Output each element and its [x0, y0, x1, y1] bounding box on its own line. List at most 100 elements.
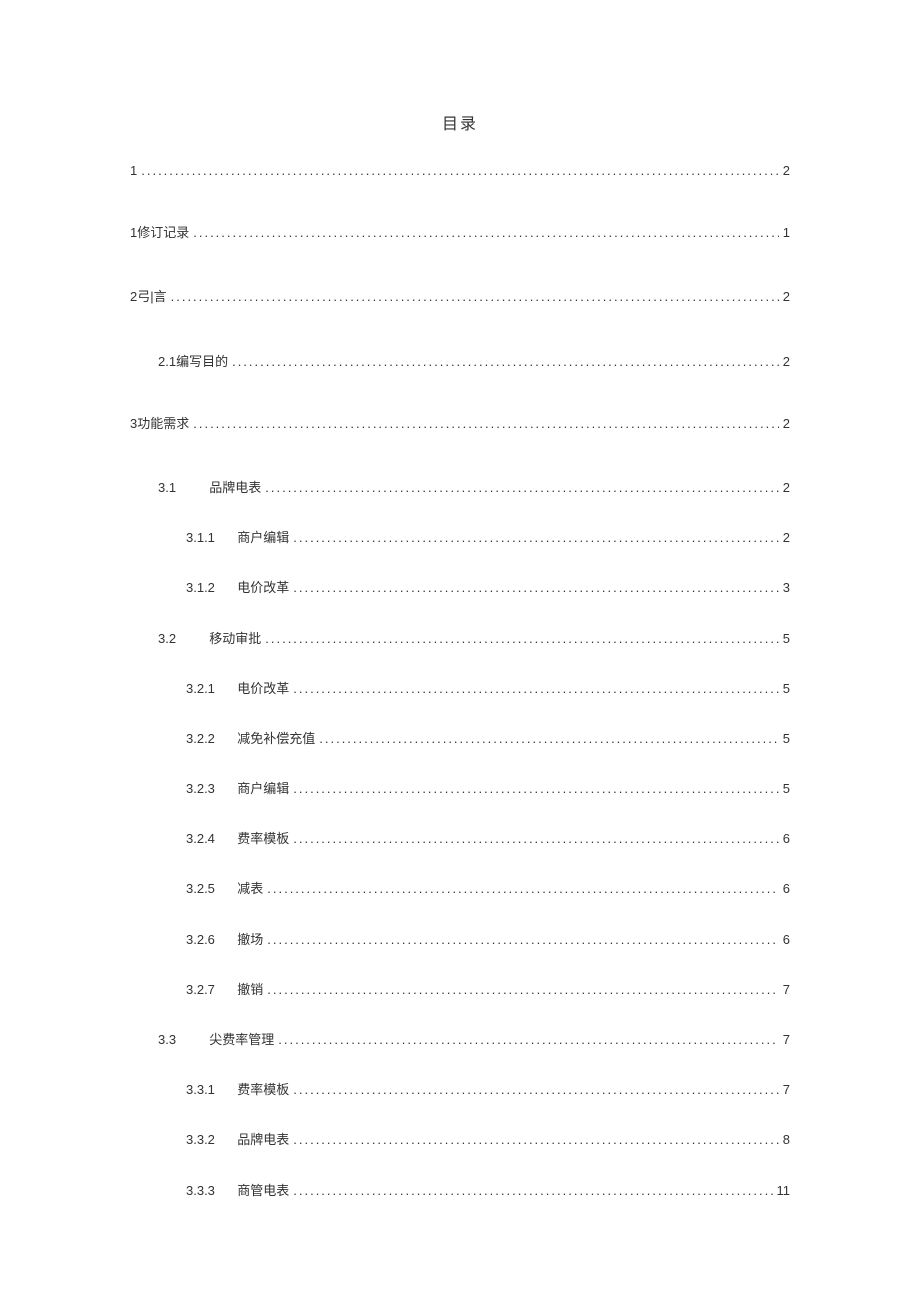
- toc-leader-dots: [293, 680, 779, 698]
- toc-entry-label: 3.2 移动审批: [158, 630, 261, 648]
- toc-entry-label: 3.2.7 撤销: [186, 981, 263, 999]
- toc-entry[interactable]: 3.3.2 品牌电表 8: [130, 1131, 790, 1149]
- toc-entry-number: 3.2.2: [186, 730, 230, 748]
- toc-leader-dots: [293, 1131, 779, 1149]
- toc-entry-title: 减表: [237, 881, 263, 896]
- toc-entry[interactable]: 3功能需求2: [130, 415, 790, 433]
- toc-entry[interactable]: 3.2.4 费率模板6: [130, 830, 790, 848]
- toc-entry-title: 商户编辑: [237, 530, 289, 545]
- toc-entry[interactable]: 3.2.1 电价改革 5: [130, 680, 790, 698]
- toc-entry-page: 7: [783, 1031, 790, 1049]
- toc-entry[interactable]: 3.3.3 商管电表 11: [130, 1182, 790, 1200]
- toc-entry-number: 3.2.3: [186, 780, 230, 798]
- toc-entry-label: 3.1 品牌电表: [158, 479, 261, 497]
- toc-entry-label: 3功能需求: [130, 415, 189, 433]
- toc-leader-dots: [293, 1182, 772, 1200]
- toc-entry-label: 2.1编写目的: [158, 353, 228, 371]
- toc-leader-dots: [293, 830, 779, 848]
- toc-entry-number: 3.3.1: [186, 1081, 230, 1099]
- toc-leader-dots: [319, 730, 779, 748]
- toc-entry-number: 3.3.3: [186, 1182, 230, 1200]
- toc-entry-number: 3.1.2: [186, 579, 230, 597]
- toc-entry-page: 2: [783, 353, 790, 371]
- toc-entry[interactable]: 3.2.3 商户编辑 5: [130, 780, 790, 798]
- toc-entry-title: 3功能需求: [130, 416, 189, 431]
- toc-entry-label: 3.2.2 减免补偿充值: [186, 730, 315, 748]
- toc-entry-page: 6: [783, 830, 790, 848]
- toc-entry[interactable]: 2.1编写目的 2: [130, 353, 790, 371]
- toc-entry-label: 3.2.5 减表: [186, 880, 263, 898]
- toc-entry-number: 3.1.1: [186, 529, 230, 547]
- toc-entry-page: 3: [783, 579, 790, 597]
- toc-entry-number: 3.2.7: [186, 981, 230, 999]
- toc-entry[interactable]: 3.2.2 减免补偿充值 5: [130, 730, 790, 748]
- toc-leader-dots: [141, 162, 779, 180]
- toc-entry[interactable]: 3.3.1 费率模板7: [130, 1081, 790, 1099]
- toc-entry-number: 3.2: [158, 630, 202, 648]
- toc-entry-page: 5: [783, 780, 790, 798]
- toc-entry-label: 3.3.2 品牌电表: [186, 1131, 289, 1149]
- toc-entry[interactable]: 2弓|言 2: [130, 288, 790, 306]
- toc-entry[interactable]: 3.2.6 撤场 6: [130, 931, 790, 949]
- toc-entry-page: 6: [783, 880, 790, 898]
- toc-leader-dots: [293, 1081, 779, 1099]
- toc-entry-title: 尖费率管理: [209, 1032, 274, 1047]
- toc-entry-label: 3.1.2 电价改革: [186, 579, 289, 597]
- toc-entry-title: 减免补偿充值: [237, 731, 315, 746]
- toc-entry[interactable]: 12: [130, 162, 790, 180]
- toc-entry-title: 品牌电表: [209, 480, 261, 495]
- toc-entry-label: 2弓|言: [130, 288, 167, 306]
- toc-entry[interactable]: 3.2.7 撤销 7: [130, 981, 790, 999]
- toc-entry-page: 5: [783, 630, 790, 648]
- toc-entry-label: 1修订记录: [130, 224, 189, 242]
- toc-entry[interactable]: 1修订记录1: [130, 224, 790, 242]
- toc-container: 121修订记录12弓|言22.1编写目的23功能需求23.1 品牌电表23.1.…: [130, 162, 790, 1200]
- toc-entry-label: 3.3.3 商管电表: [186, 1182, 289, 1200]
- toc-leader-dots: [293, 579, 779, 597]
- toc-entry-number: 3.2.6: [186, 931, 230, 949]
- toc-entry-title: 2弓|言: [130, 289, 167, 304]
- toc-entry-page: 5: [783, 680, 790, 698]
- toc-entry[interactable]: 3.1.2 电价改革 3: [130, 579, 790, 597]
- toc-entry[interactable]: 3.3 尖费率管理 7: [130, 1031, 790, 1049]
- toc-entry-page: 2: [783, 479, 790, 497]
- toc-entry-title: 品牌电表: [237, 1132, 289, 1147]
- toc-entry-number: 3.3: [158, 1031, 202, 1049]
- toc-entry-title: 商户编辑: [237, 781, 289, 796]
- toc-entry-page: 7: [783, 981, 790, 999]
- toc-leader-dots: [193, 415, 779, 433]
- toc-entry-number: 1: [130, 162, 137, 180]
- toc-leader-dots: [293, 780, 779, 798]
- toc-leader-dots: [293, 529, 779, 547]
- toc-entry-title: 撤销: [237, 982, 263, 997]
- toc-entry-page: 2: [783, 288, 790, 306]
- toc-leader-dots: [267, 981, 779, 999]
- toc-entry[interactable]: 3.2 移动审批 5: [130, 630, 790, 648]
- toc-entry-label: 1: [130, 162, 137, 180]
- toc-entry-title: 移动审批: [209, 631, 261, 646]
- toc-entry-page: 8: [783, 1131, 790, 1149]
- toc-entry-label: 3.1.1 商户编辑: [186, 529, 289, 547]
- toc-entry-title: 2.1编写目的: [158, 354, 228, 369]
- toc-entry-page: 5: [783, 730, 790, 748]
- toc-leader-dots: [265, 630, 779, 648]
- toc-entry-page: 11: [777, 1182, 791, 1200]
- toc-entry-title: 商管电表: [237, 1183, 289, 1198]
- toc-entry[interactable]: 3.1 品牌电表 2: [130, 479, 790, 497]
- toc-leader-dots: [278, 1031, 779, 1049]
- toc-entry-label: 3.3 尖费率管理: [158, 1031, 274, 1049]
- toc-entry-title: 撤场: [237, 932, 263, 947]
- toc-entry-page: 2: [783, 162, 790, 180]
- toc-entry-number: 3.1: [158, 479, 202, 497]
- toc-entry-page: 6: [783, 931, 790, 949]
- toc-leader-dots: [232, 353, 779, 371]
- toc-entry-label: 3.2.3 商户编辑: [186, 780, 289, 798]
- toc-entry[interactable]: 3.2.5 减表 6: [130, 880, 790, 898]
- toc-entry-number: 3.2.1: [186, 680, 230, 698]
- toc-entry-title: 电价改革: [237, 681, 289, 696]
- toc-leader-dots: [267, 931, 779, 949]
- toc-entry-label: 3.2.6 撤场: [186, 931, 263, 949]
- toc-leader-dots: [265, 479, 779, 497]
- toc-entry[interactable]: 3.1.1 商户编辑 2: [130, 529, 790, 547]
- toc-entry-page: 2: [783, 529, 790, 547]
